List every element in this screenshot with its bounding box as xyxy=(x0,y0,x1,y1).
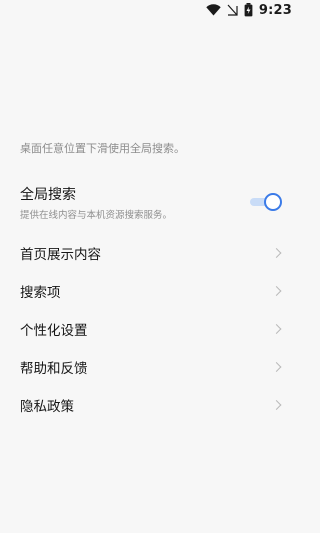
menu-item-label: 首页展示内容 xyxy=(20,247,101,263)
menu-item-search-items[interactable]: 搜索项 xyxy=(0,272,300,310)
chevron-right-icon xyxy=(271,362,282,372)
menu-item-label: 个性化设置 xyxy=(20,323,88,339)
menu-item-label: 搜索项 xyxy=(20,285,61,301)
menu-item-homepage-content[interactable]: 首页展示内容 xyxy=(0,234,300,272)
battery-icon xyxy=(244,3,253,17)
global-search-title: 全局搜索 xyxy=(20,187,76,203)
toggle-knob xyxy=(264,193,282,211)
menu-item-label: 帮助和反馈 xyxy=(20,361,88,377)
menu-item-help-feedback[interactable]: 帮助和反馈 xyxy=(0,348,300,386)
hint-text: 桌面任意位置下滑使用全局搜索。 xyxy=(20,142,185,155)
menu-item-personalization[interactable]: 个性化设置 xyxy=(0,310,300,348)
wifi-icon xyxy=(206,4,221,16)
sim-icon xyxy=(227,4,238,16)
chevron-right-icon xyxy=(271,400,282,410)
global-search-setting: 全局搜索 提供在线内容与本机资源搜索服务。 xyxy=(20,186,282,226)
settings-menu: 首页展示内容 搜索项 个性化设置 帮助和反馈 隐私政策 xyxy=(0,234,300,424)
status-time: 9:23 xyxy=(258,2,292,18)
global-search-description: 提供在线内容与本机资源搜索服务。 xyxy=(20,210,173,221)
chevron-right-icon xyxy=(271,286,282,296)
menu-item-privacy-policy[interactable]: 隐私政策 xyxy=(0,386,300,424)
global-search-toggle[interactable] xyxy=(250,193,282,211)
chevron-right-icon xyxy=(271,324,282,334)
menu-item-label: 隐私政策 xyxy=(20,399,74,415)
status-bar: 9:23 xyxy=(206,0,300,20)
chevron-right-icon xyxy=(271,248,282,258)
